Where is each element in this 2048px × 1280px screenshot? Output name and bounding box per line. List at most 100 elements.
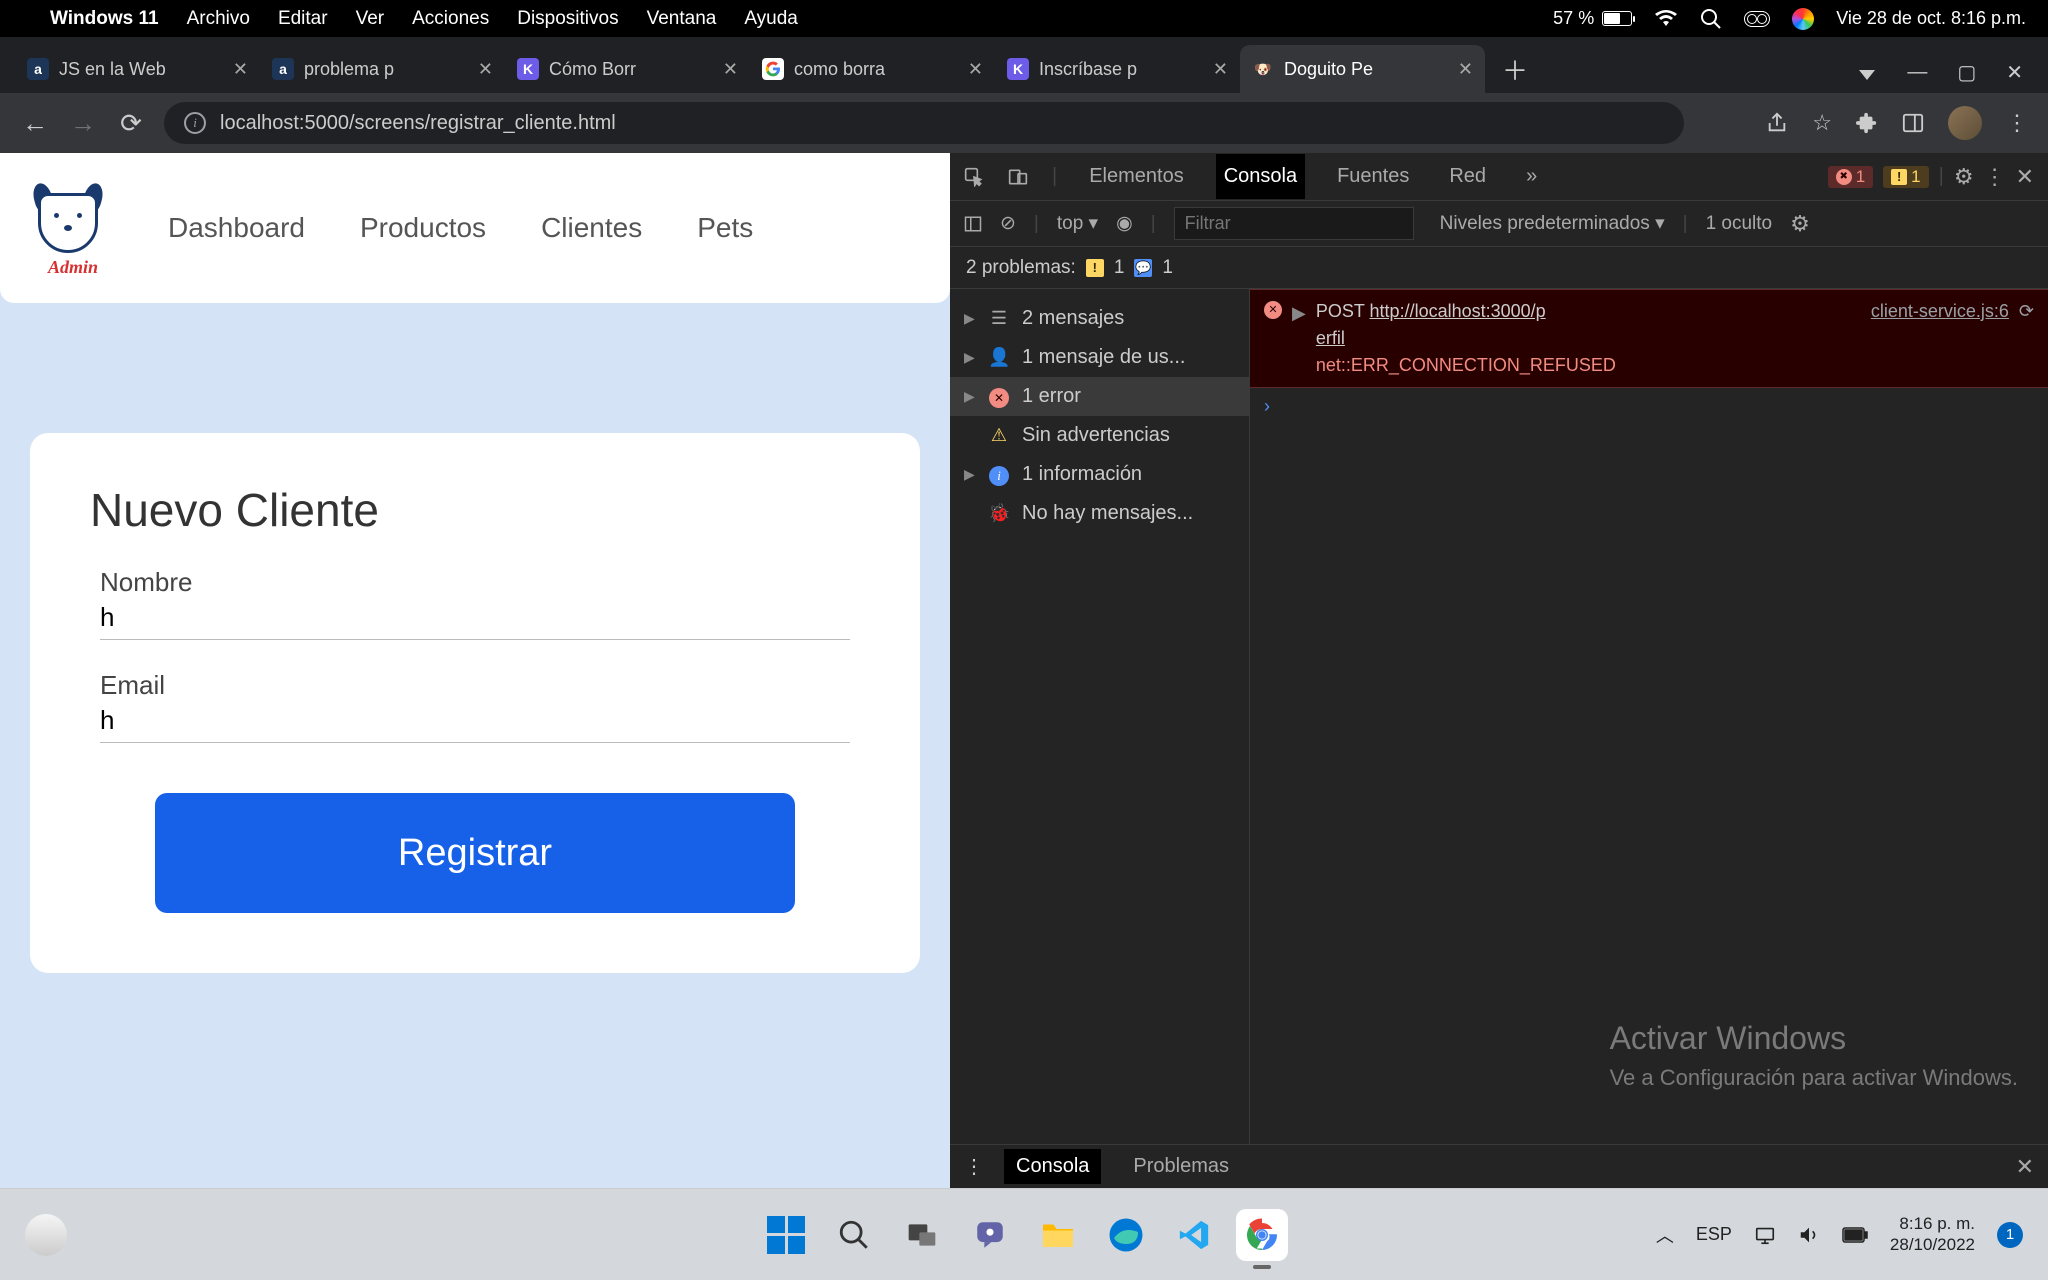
- reload-icon[interactable]: ⟳: [2019, 298, 2034, 325]
- log-levels-selector[interactable]: Niveles predeterminados ▾: [1440, 212, 1665, 235]
- sidebar-row-info[interactable]: ▶i1 información: [950, 455, 1249, 494]
- browser-tab-active[interactable]: 🐶 Doguito Pe ✕: [1240, 45, 1485, 93]
- browser-tab[interactable]: a problema p ✕: [260, 45, 505, 93]
- tray-network-icon[interactable]: [1754, 1224, 1776, 1246]
- sidebar-row-errors[interactable]: ▶✕1 error: [950, 377, 1249, 416]
- tray-clock[interactable]: 8:16 p. m. 28/10/2022: [1890, 1214, 1975, 1255]
- console-sidebar-toggle-icon[interactable]: [964, 215, 982, 233]
- sidebar-row-warnings[interactable]: ⚠Sin advertencias: [950, 416, 1249, 455]
- browser-tab[interactable]: como borra ✕: [750, 45, 995, 93]
- tab-search-icon[interactable]: [1857, 66, 1877, 80]
- taskbar-vscode-icon[interactable]: [1168, 1209, 1220, 1261]
- browser-menu-icon[interactable]: ⋮: [2006, 110, 2028, 136]
- menu-acciones[interactable]: Acciones: [412, 8, 489, 30]
- window-close-icon[interactable]: ✕: [2006, 60, 2023, 85]
- tray-volume-icon[interactable]: [1798, 1224, 1820, 1246]
- sidebar-row-user[interactable]: ▶👤1 mensaje de us...: [950, 338, 1249, 377]
- address-bar[interactable]: i localhost:5000/screens/registrar_clien…: [164, 102, 1684, 144]
- nav-back-icon[interactable]: ←: [20, 108, 50, 139]
- nav-productos[interactable]: Productos: [360, 212, 486, 244]
- taskbar-explorer-icon[interactable]: [1032, 1209, 1084, 1261]
- devtools-tab-red[interactable]: Red: [1441, 154, 1494, 199]
- drawer-menu-icon[interactable]: ⋮: [964, 1154, 984, 1179]
- site-logo[interactable]: Admin: [28, 183, 108, 273]
- menubar-app-name[interactable]: Windows 11: [50, 8, 159, 30]
- tab-close-icon[interactable]: ✕: [968, 59, 983, 80]
- console-error-entry[interactable]: ✕ ▶ POST http://localhost:3000/p erfil n…: [1250, 289, 2048, 388]
- submit-button[interactable]: Registrar: [155, 793, 795, 913]
- console-prompt[interactable]: ›: [1250, 388, 2048, 425]
- console-context-selector[interactable]: top ▾: [1057, 212, 1098, 235]
- menubar-datetime[interactable]: Vie 28 de oct. 8:16 p.m.: [1836, 8, 2026, 29]
- devtools-close-icon[interactable]: ✕: [2016, 164, 2034, 190]
- battery-indicator[interactable]: 57 %: [1553, 8, 1632, 29]
- menu-archivo[interactable]: Archivo: [187, 8, 250, 30]
- console-filter-input[interactable]: [1174, 207, 1414, 240]
- menu-ayuda[interactable]: Ayuda: [744, 8, 798, 30]
- live-expression-icon[interactable]: ◉: [1116, 212, 1133, 235]
- devtools-menu-icon[interactable]: ⋮: [1984, 164, 2006, 190]
- tab-close-icon[interactable]: ✕: [1458, 59, 1473, 80]
- browser-tab[interactable]: a JS en la Web ✕: [15, 45, 260, 93]
- devtools-tab-consola[interactable]: Consola: [1216, 154, 1305, 199]
- menu-ver[interactable]: Ver: [356, 8, 385, 30]
- sidebar-row-verbose[interactable]: 🐞No hay mensajes...: [950, 494, 1249, 533]
- taskbar-chrome-icon[interactable]: [1236, 1209, 1288, 1261]
- site-info-icon[interactable]: i: [184, 112, 206, 134]
- tab-close-icon[interactable]: ✕: [723, 59, 738, 80]
- tab-close-icon[interactable]: ✕: [1213, 59, 1228, 80]
- console-clear-icon[interactable]: ⊘: [1000, 212, 1016, 235]
- tab-close-icon[interactable]: ✕: [233, 59, 248, 80]
- tray-battery-icon[interactable]: [1842, 1227, 1868, 1243]
- drawer-tab-consola[interactable]: Consola: [1004, 1149, 1101, 1184]
- problems-bar[interactable]: 2 problemas: !1 💬1: [950, 247, 2048, 289]
- wifi-icon[interactable]: [1654, 10, 1678, 28]
- tray-chevron-icon[interactable]: ︿: [1656, 1222, 1674, 1248]
- devtools-tab-elementos[interactable]: Elementos: [1081, 154, 1192, 199]
- nav-reload-icon[interactable]: ⟳: [116, 108, 146, 139]
- error-count-badge[interactable]: 1: [1828, 166, 1873, 188]
- drawer-tab-problemas[interactable]: Problemas: [1121, 1149, 1241, 1184]
- window-minimize-icon[interactable]: ―: [1907, 61, 1927, 84]
- bookmark-star-icon[interactable]: ☆: [1812, 110, 1832, 136]
- nav-dashboard[interactable]: Dashboard: [168, 212, 305, 244]
- spotlight-icon[interactable]: [1700, 8, 1722, 30]
- menu-dispositivos[interactable]: Dispositivos: [517, 8, 618, 30]
- task-view-icon[interactable]: [896, 1209, 948, 1261]
- menu-editar[interactable]: Editar: [278, 8, 328, 30]
- sidebar-row-messages[interactable]: ▶☰2 mensajes: [950, 299, 1249, 338]
- profile-avatar[interactable]: [1948, 106, 1982, 140]
- taskbar-weather-icon[interactable]: [25, 1214, 67, 1256]
- menu-ventana[interactable]: Ventana: [647, 8, 717, 30]
- extensions-icon[interactable]: [1856, 112, 1878, 134]
- nav-clientes[interactable]: Clientes: [541, 212, 642, 244]
- taskbar-edge-icon[interactable]: [1100, 1209, 1152, 1261]
- window-maximize-icon[interactable]: ▢: [1957, 60, 1976, 85]
- tray-language[interactable]: ESP: [1696, 1224, 1732, 1245]
- share-icon[interactable]: [1766, 112, 1788, 134]
- device-toggle-icon[interactable]: [1008, 167, 1028, 187]
- name-input[interactable]: [100, 602, 850, 633]
- inspect-icon[interactable]: [964, 167, 984, 187]
- nav-pets[interactable]: Pets: [697, 212, 753, 244]
- start-button[interactable]: [760, 1209, 812, 1261]
- browser-tab[interactable]: K Cómo Borr ✕: [505, 45, 750, 93]
- notification-badge[interactable]: 1: [1997, 1222, 2023, 1248]
- devtools-settings-icon[interactable]: ⚙: [1954, 164, 1974, 190]
- console-settings-icon[interactable]: ⚙: [1790, 211, 1810, 237]
- devtools-tab-more-icon[interactable]: »: [1518, 154, 1545, 199]
- sidepanel-icon[interactable]: [1902, 112, 1924, 134]
- tab-close-icon[interactable]: ✕: [478, 59, 493, 80]
- siri-icon[interactable]: [1792, 8, 1814, 30]
- nav-forward-icon[interactable]: →: [68, 108, 98, 139]
- devtools-tab-fuentes[interactable]: Fuentes: [1329, 154, 1417, 199]
- taskbar-search-icon[interactable]: [828, 1209, 880, 1261]
- warning-count-badge[interactable]: 1: [1883, 166, 1928, 188]
- control-center-icon[interactable]: [1744, 11, 1770, 27]
- browser-tab[interactable]: K Inscríbase p ✕: [995, 45, 1240, 93]
- drawer-close-icon[interactable]: ✕: [2016, 1154, 2034, 1180]
- taskbar-chat-icon[interactable]: [964, 1209, 1016, 1261]
- email-input[interactable]: [100, 705, 850, 736]
- error-source-link[interactable]: client-service.js:6: [1871, 298, 2009, 325]
- new-tab-button[interactable]: ＋: [1495, 49, 1535, 89]
